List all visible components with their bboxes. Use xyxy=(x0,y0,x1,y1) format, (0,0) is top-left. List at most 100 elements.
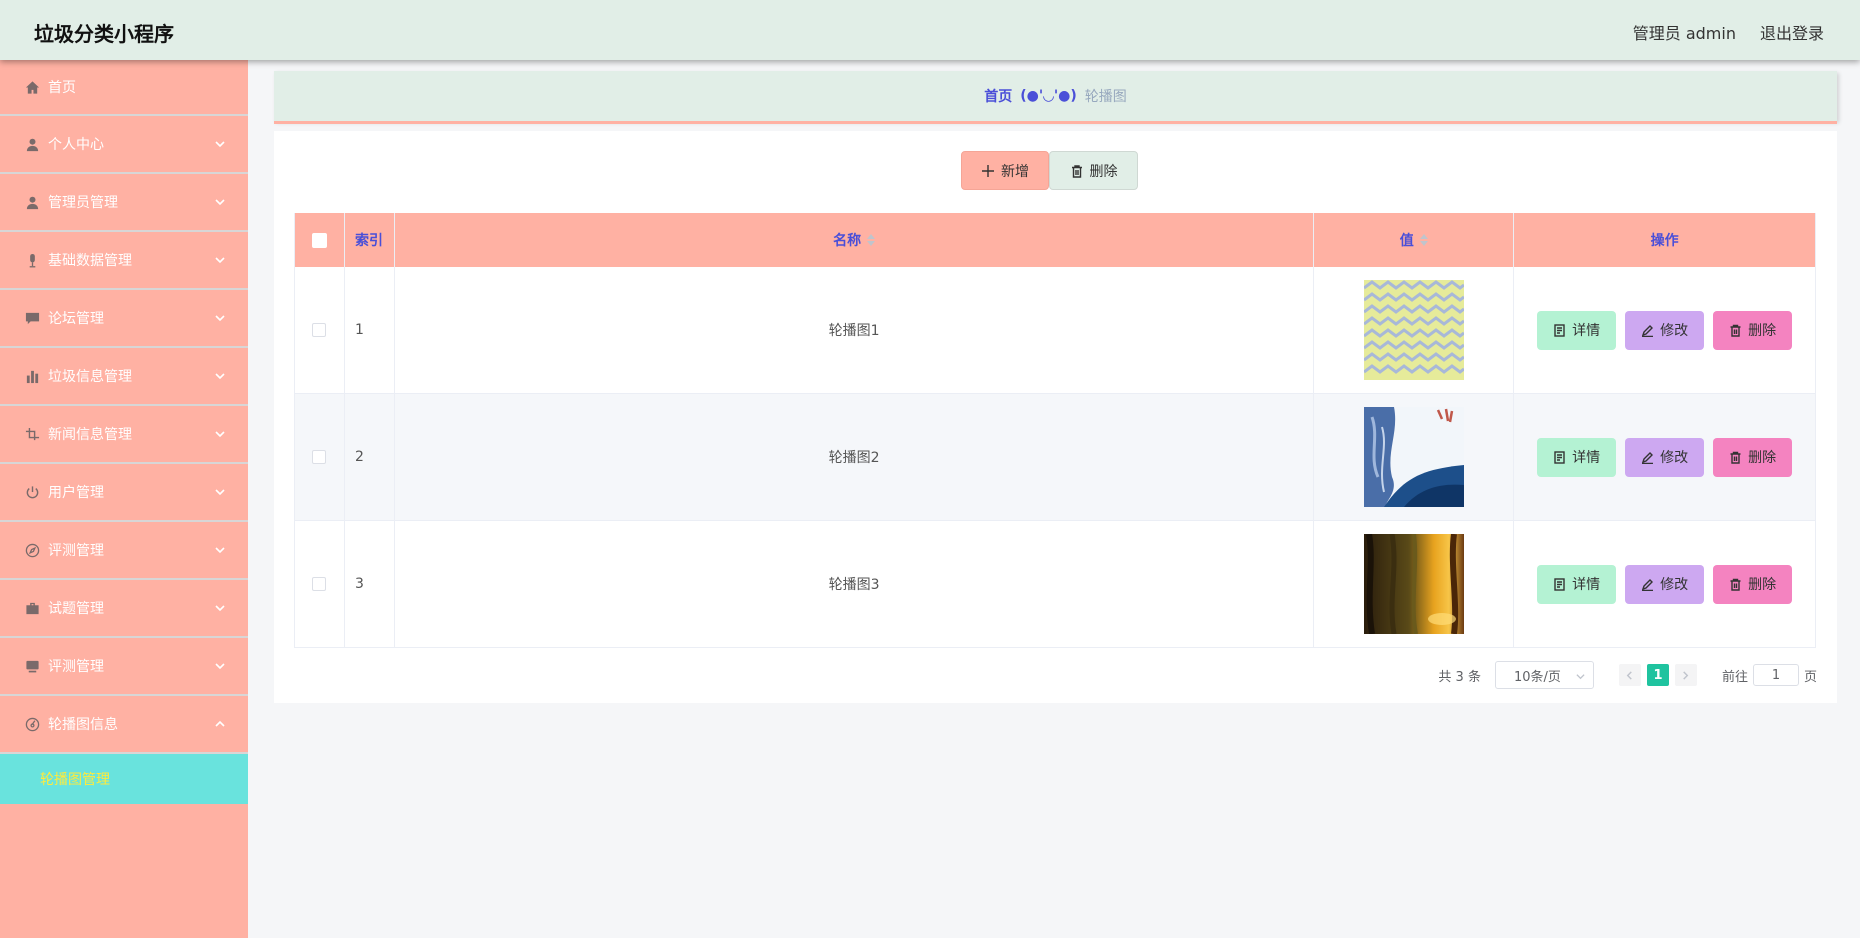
monitor-icon xyxy=(24,658,40,674)
trash-icon xyxy=(1730,324,1741,337)
header-value[interactable]: 值 xyxy=(1314,213,1515,267)
table-row: 1 轮播图1 详情 修改 删除 xyxy=(295,267,1816,394)
logout-link[interactable]: 退出登录 xyxy=(1760,20,1824,44)
document-icon xyxy=(1554,577,1565,591)
row-value-cell xyxy=(1314,267,1515,393)
detail-button[interactable]: 详情 xyxy=(1537,437,1617,477)
sidebar-item-user-management[interactable]: 用户管理 xyxy=(0,464,248,522)
sidebar-item-label: 论坛管理 xyxy=(48,311,104,327)
header-value-label: 值 xyxy=(1399,233,1414,249)
sidebar-item-exam-questions[interactable]: 试题管理 xyxy=(0,580,248,638)
carousel-thumbnail[interactable] xyxy=(1363,534,1464,634)
sidebar-item-label: 轮播图信息 xyxy=(48,717,118,733)
user-icon xyxy=(24,194,40,210)
goto-suffix: 页 xyxy=(1803,669,1817,685)
sidebar-item-admin-management[interactable]: 管理员管理 xyxy=(0,174,248,232)
page-size-select[interactable]: 10条/页 xyxy=(1494,661,1594,689)
select-all-checkbox[interactable] xyxy=(311,232,327,248)
sidebar-item-evaluation[interactable]: 评测管理 xyxy=(0,522,248,580)
sidebar-item-label: 首页 xyxy=(48,80,76,96)
sidebar-item-label: 新闻信息管理 xyxy=(48,427,132,443)
edit-icon xyxy=(1641,324,1654,337)
row-checkbox[interactable] xyxy=(312,323,327,337)
user-icon xyxy=(24,136,40,152)
goto-page-input[interactable] xyxy=(1752,664,1799,686)
admin-user-label[interactable]: 管理员 admin xyxy=(1633,20,1736,44)
dashboard-icon xyxy=(24,716,40,732)
detail-label: 详情 xyxy=(1572,450,1601,466)
table-row: 3 轮播图3 详情 修改 删除 xyxy=(295,521,1816,648)
breadcrumb-home[interactable]: 首页 xyxy=(984,86,1012,106)
delete-button[interactable]: 删除 xyxy=(1713,310,1793,350)
detail-button[interactable]: 详情 xyxy=(1537,564,1617,604)
trash-icon xyxy=(1730,578,1741,591)
top-header: 垃圾分类小程序 管理员 admin 退出登录 xyxy=(0,0,1860,60)
sidebar-item-carousel-info[interactable]: 轮播图信息 xyxy=(0,696,248,754)
header-right: 管理员 admin 退出登录 xyxy=(1633,20,1824,44)
chevron-down-icon xyxy=(214,544,226,556)
carousel-thumbnail[interactable] xyxy=(1363,280,1464,380)
row-value-cell xyxy=(1314,521,1515,647)
microphone-icon xyxy=(24,252,40,268)
sort-icon[interactable] xyxy=(867,233,876,247)
header-name[interactable]: 名称 xyxy=(395,213,1315,267)
chevron-left-icon xyxy=(1627,670,1633,680)
sidebar-item-news-info[interactable]: 新闻信息管理 xyxy=(0,406,248,464)
batch-delete-button[interactable]: 删除 xyxy=(1049,151,1138,190)
compass-icon xyxy=(24,542,40,558)
sidebar-item-label: 评测管理 xyxy=(48,659,104,675)
power-icon xyxy=(24,484,40,500)
add-button-label: 新增 xyxy=(1001,163,1029,180)
chevron-down-icon xyxy=(214,370,226,382)
row-checkbox[interactable] xyxy=(312,577,327,591)
breadcrumb: 首页 (●'◡'●) 轮播图 xyxy=(274,71,1837,121)
row-checkbox[interactable] xyxy=(312,450,327,464)
sidebar-item-home[interactable]: 首页 xyxy=(0,60,248,116)
app-title: 垃圾分类小程序 xyxy=(34,22,174,46)
page-size-value: 10条/页 xyxy=(1513,669,1561,685)
pagination: 共 3 条 10条/页 1 前往 页 xyxy=(1438,661,1817,689)
row-actions: 详情 修改 删除 xyxy=(1514,521,1816,647)
sort-icon[interactable] xyxy=(1419,233,1428,247)
sidebar-item-garbage-info[interactable]: 垃圾信息管理 xyxy=(0,348,248,406)
edit-button[interactable]: 修改 xyxy=(1625,310,1705,350)
crop-icon xyxy=(24,426,40,442)
edit-icon xyxy=(1641,578,1654,591)
chevron-down-icon xyxy=(214,254,226,266)
next-page-button[interactable] xyxy=(1674,664,1697,686)
add-button[interactable]: 新增 xyxy=(961,151,1049,190)
sidebar-item-personal-center[interactable]: 个人中心 xyxy=(0,116,248,174)
delete-label: 删除 xyxy=(1748,323,1777,339)
briefcase-icon xyxy=(24,600,40,616)
chevron-down-icon xyxy=(214,196,226,208)
sidebar-item-label: 个人中心 xyxy=(48,137,104,153)
sidebar-subitem-carousel-management[interactable]: 轮播图管理 xyxy=(0,754,248,804)
page-number[interactable]: 1 xyxy=(1646,664,1669,686)
header-actions: 操作 xyxy=(1514,213,1816,267)
detail-label: 详情 xyxy=(1572,323,1601,339)
delete-button[interactable]: 删除 xyxy=(1713,564,1793,604)
document-icon xyxy=(1554,323,1565,337)
chevron-down-icon xyxy=(1576,674,1585,680)
edit-button[interactable]: 修改 xyxy=(1625,564,1705,604)
delete-button[interactable]: 删除 xyxy=(1713,437,1793,477)
row-actions: 详情 修改 删除 xyxy=(1514,267,1816,393)
chevron-down-icon xyxy=(214,602,226,614)
edit-label: 修改 xyxy=(1660,450,1689,466)
edit-button[interactable]: 修改 xyxy=(1625,437,1705,477)
row-index: 2 xyxy=(345,394,395,520)
chat-icon xyxy=(24,310,40,326)
edit-icon xyxy=(1641,451,1654,464)
pagination-total: 共 3 条 xyxy=(1438,669,1481,685)
sidebar-item-forum[interactable]: 论坛管理 xyxy=(0,290,248,348)
sidebar-item-evaluation-2[interactable]: 评测管理 xyxy=(0,638,248,696)
edit-label: 修改 xyxy=(1660,323,1689,339)
breadcrumb-current: 轮播图 xyxy=(1084,89,1127,105)
carousel-thumbnail[interactable] xyxy=(1363,407,1464,507)
goto-prefix: 前往 xyxy=(1721,669,1748,685)
prev-page-button[interactable] xyxy=(1618,664,1641,686)
trash-icon xyxy=(1730,451,1741,464)
chevron-down-icon xyxy=(214,660,226,672)
sidebar-item-basic-data[interactable]: 基础数据管理 xyxy=(0,232,248,290)
detail-button[interactable]: 详情 xyxy=(1537,310,1617,350)
